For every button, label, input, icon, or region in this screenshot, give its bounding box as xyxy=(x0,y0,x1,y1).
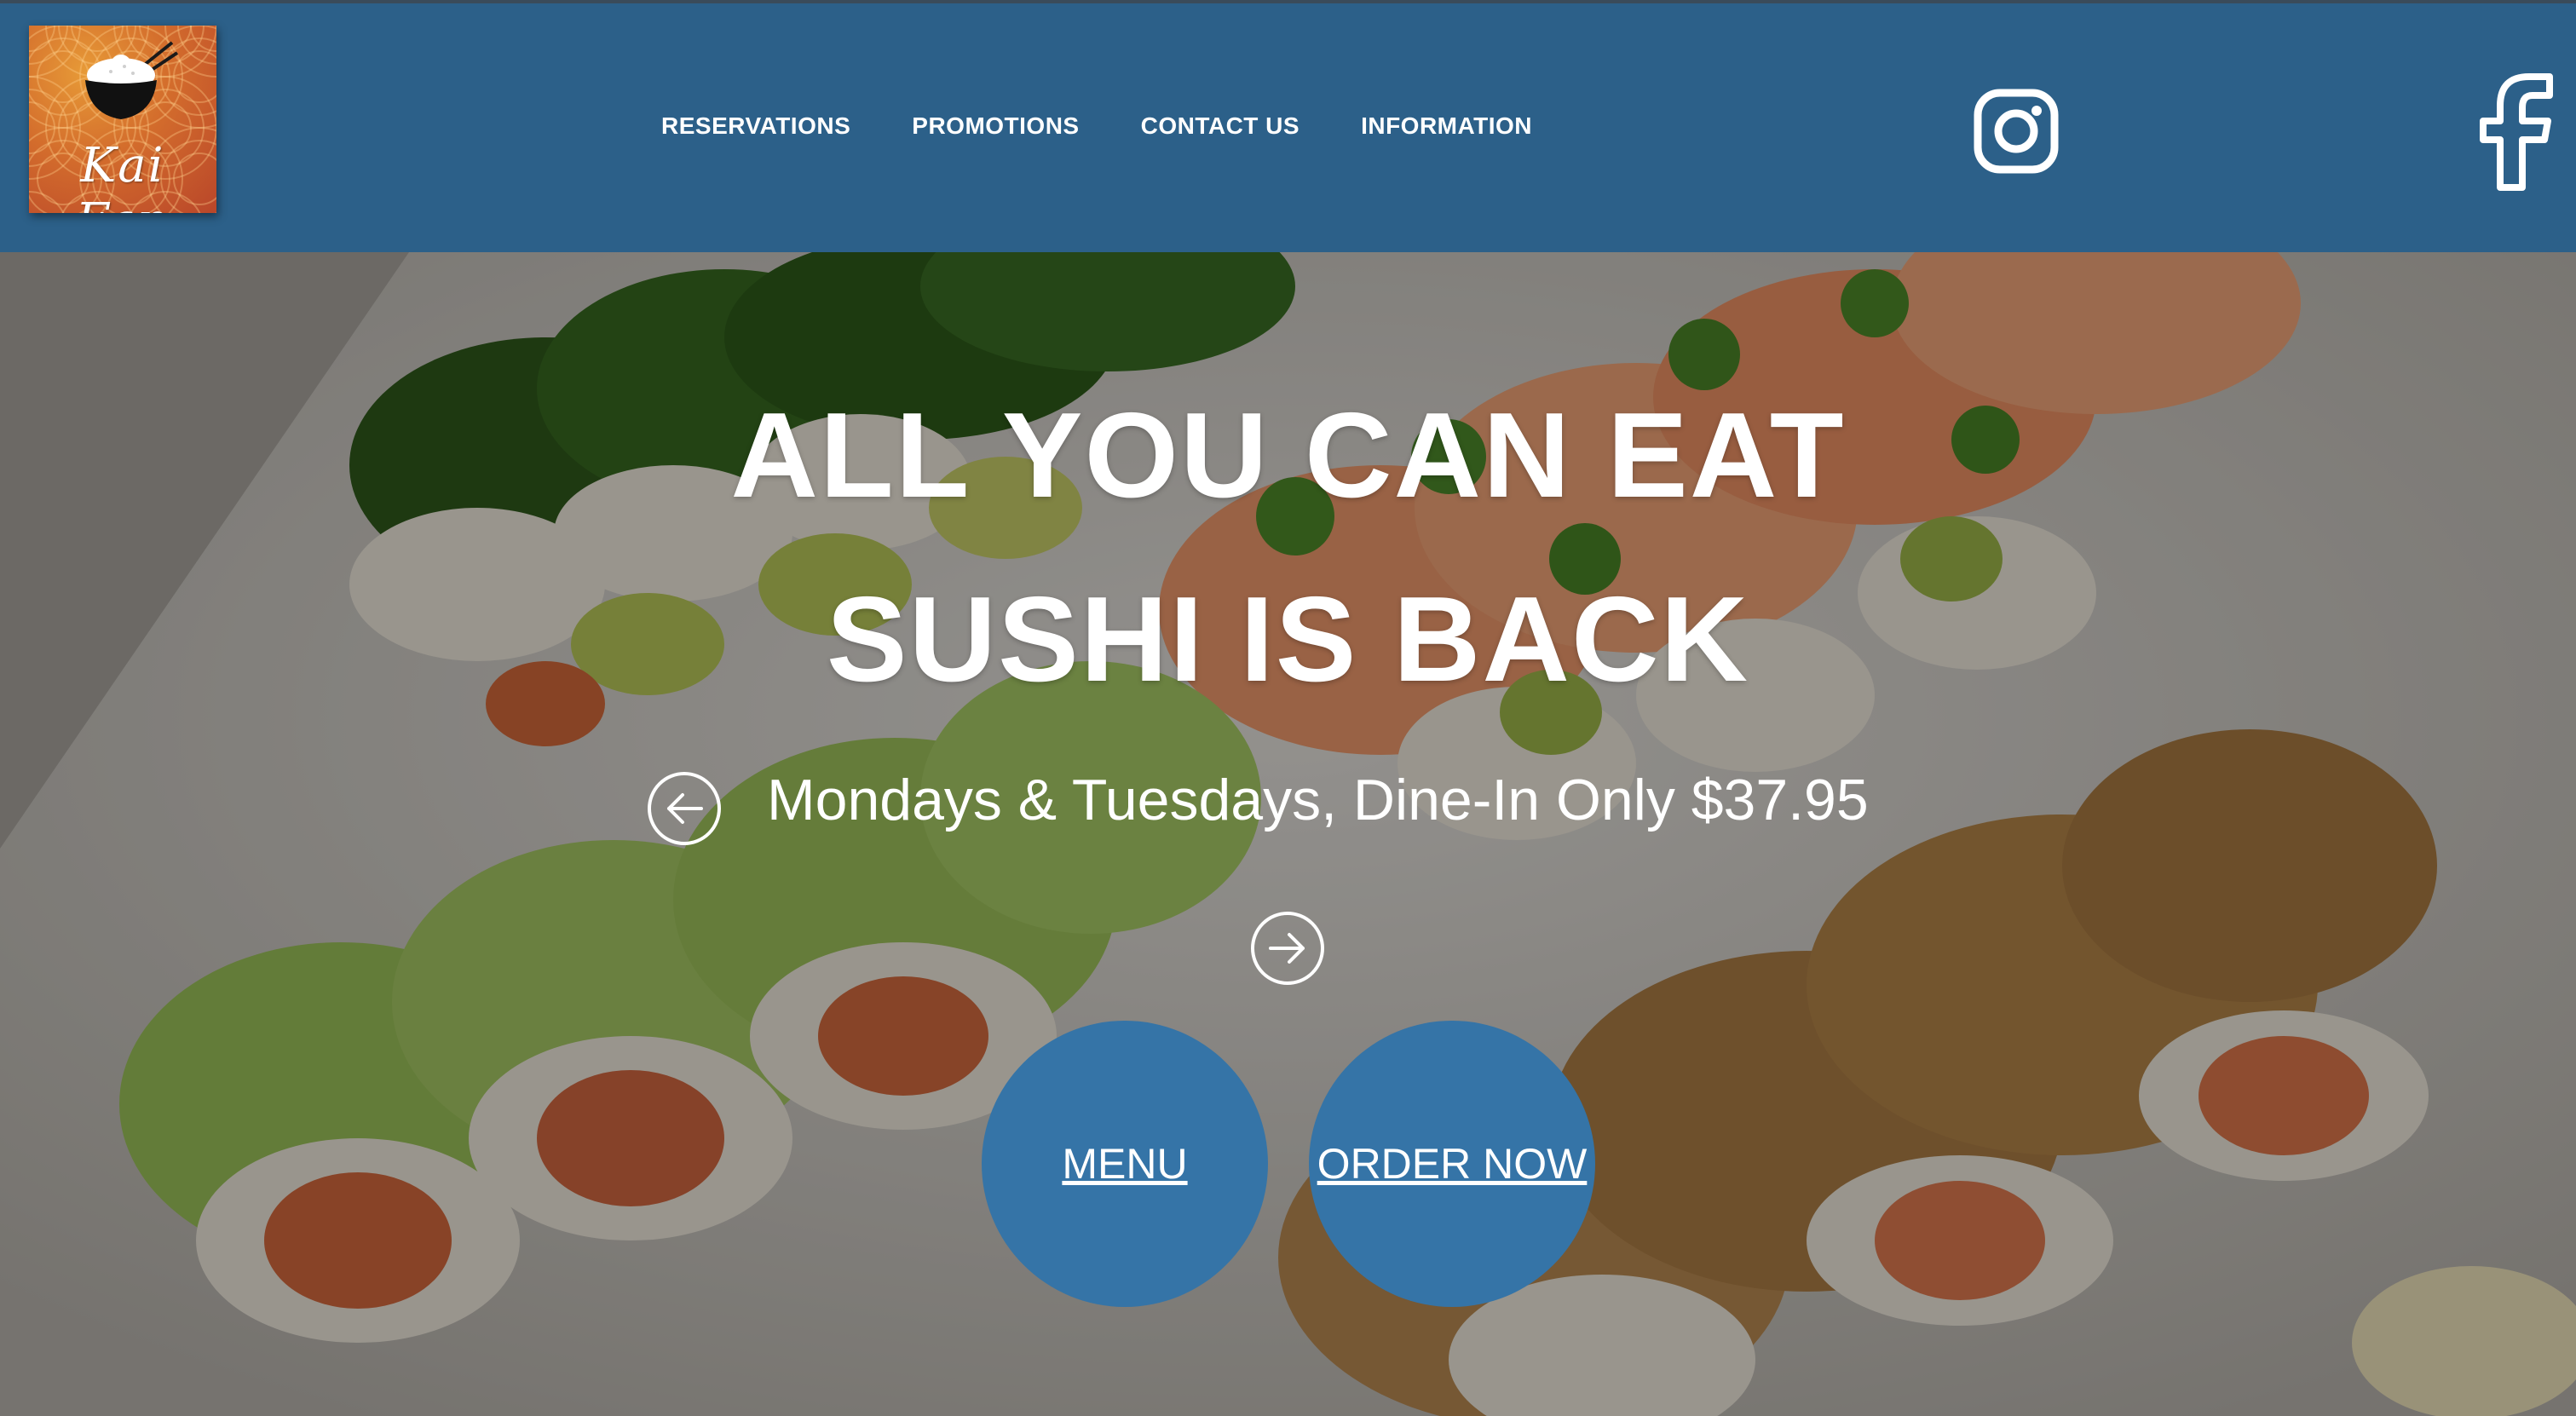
nav-item-information[interactable]: INFORMATION xyxy=(1361,112,1532,140)
hero-headline-line1: ALL YOU CAN EAT xyxy=(730,388,1846,523)
hero-banner: ALL YOU CAN EAT SUSHI IS BACK Mondays & … xyxy=(0,252,2576,1416)
instagram-icon[interactable] xyxy=(1974,89,2059,174)
slider-next-button[interactable] xyxy=(1251,912,1324,985)
site-header: Kai Fan RESERVATIONS PROMOTIONS CONTACT … xyxy=(0,0,2576,252)
nav-item-promotions[interactable]: PROMOTIONS xyxy=(912,112,1079,140)
rice-bowl-icon xyxy=(85,41,179,119)
nav-item-reservations[interactable]: RESERVATIONS xyxy=(661,112,850,140)
arrow-right-circle-icon xyxy=(1269,933,1305,964)
arrow-left-circle-icon xyxy=(667,793,703,824)
facebook-icon[interactable] xyxy=(2471,70,2560,191)
menu-button[interactable]: MENU xyxy=(982,1021,1268,1307)
hero-subline: Mondays & Tuesdays, Dine-In Only $37.95 xyxy=(767,768,1869,832)
nav-item-contact-us[interactable]: CONTACT US xyxy=(1141,112,1300,140)
order-now-button[interactable]: ORDER NOW xyxy=(1309,1021,1595,1307)
main-nav: RESERVATIONS PROMOTIONS CONTACT US INFOR… xyxy=(661,112,1532,140)
hero-headline-line2: SUSHI IS BACK xyxy=(826,572,1750,707)
slider-prev-button[interactable] xyxy=(648,772,721,845)
logo[interactable]: Kai Fan xyxy=(29,26,216,213)
page: Kai Fan RESERVATIONS PROMOTIONS CONTACT … xyxy=(0,0,2576,1416)
logo-text: Kai Fan xyxy=(76,138,169,213)
